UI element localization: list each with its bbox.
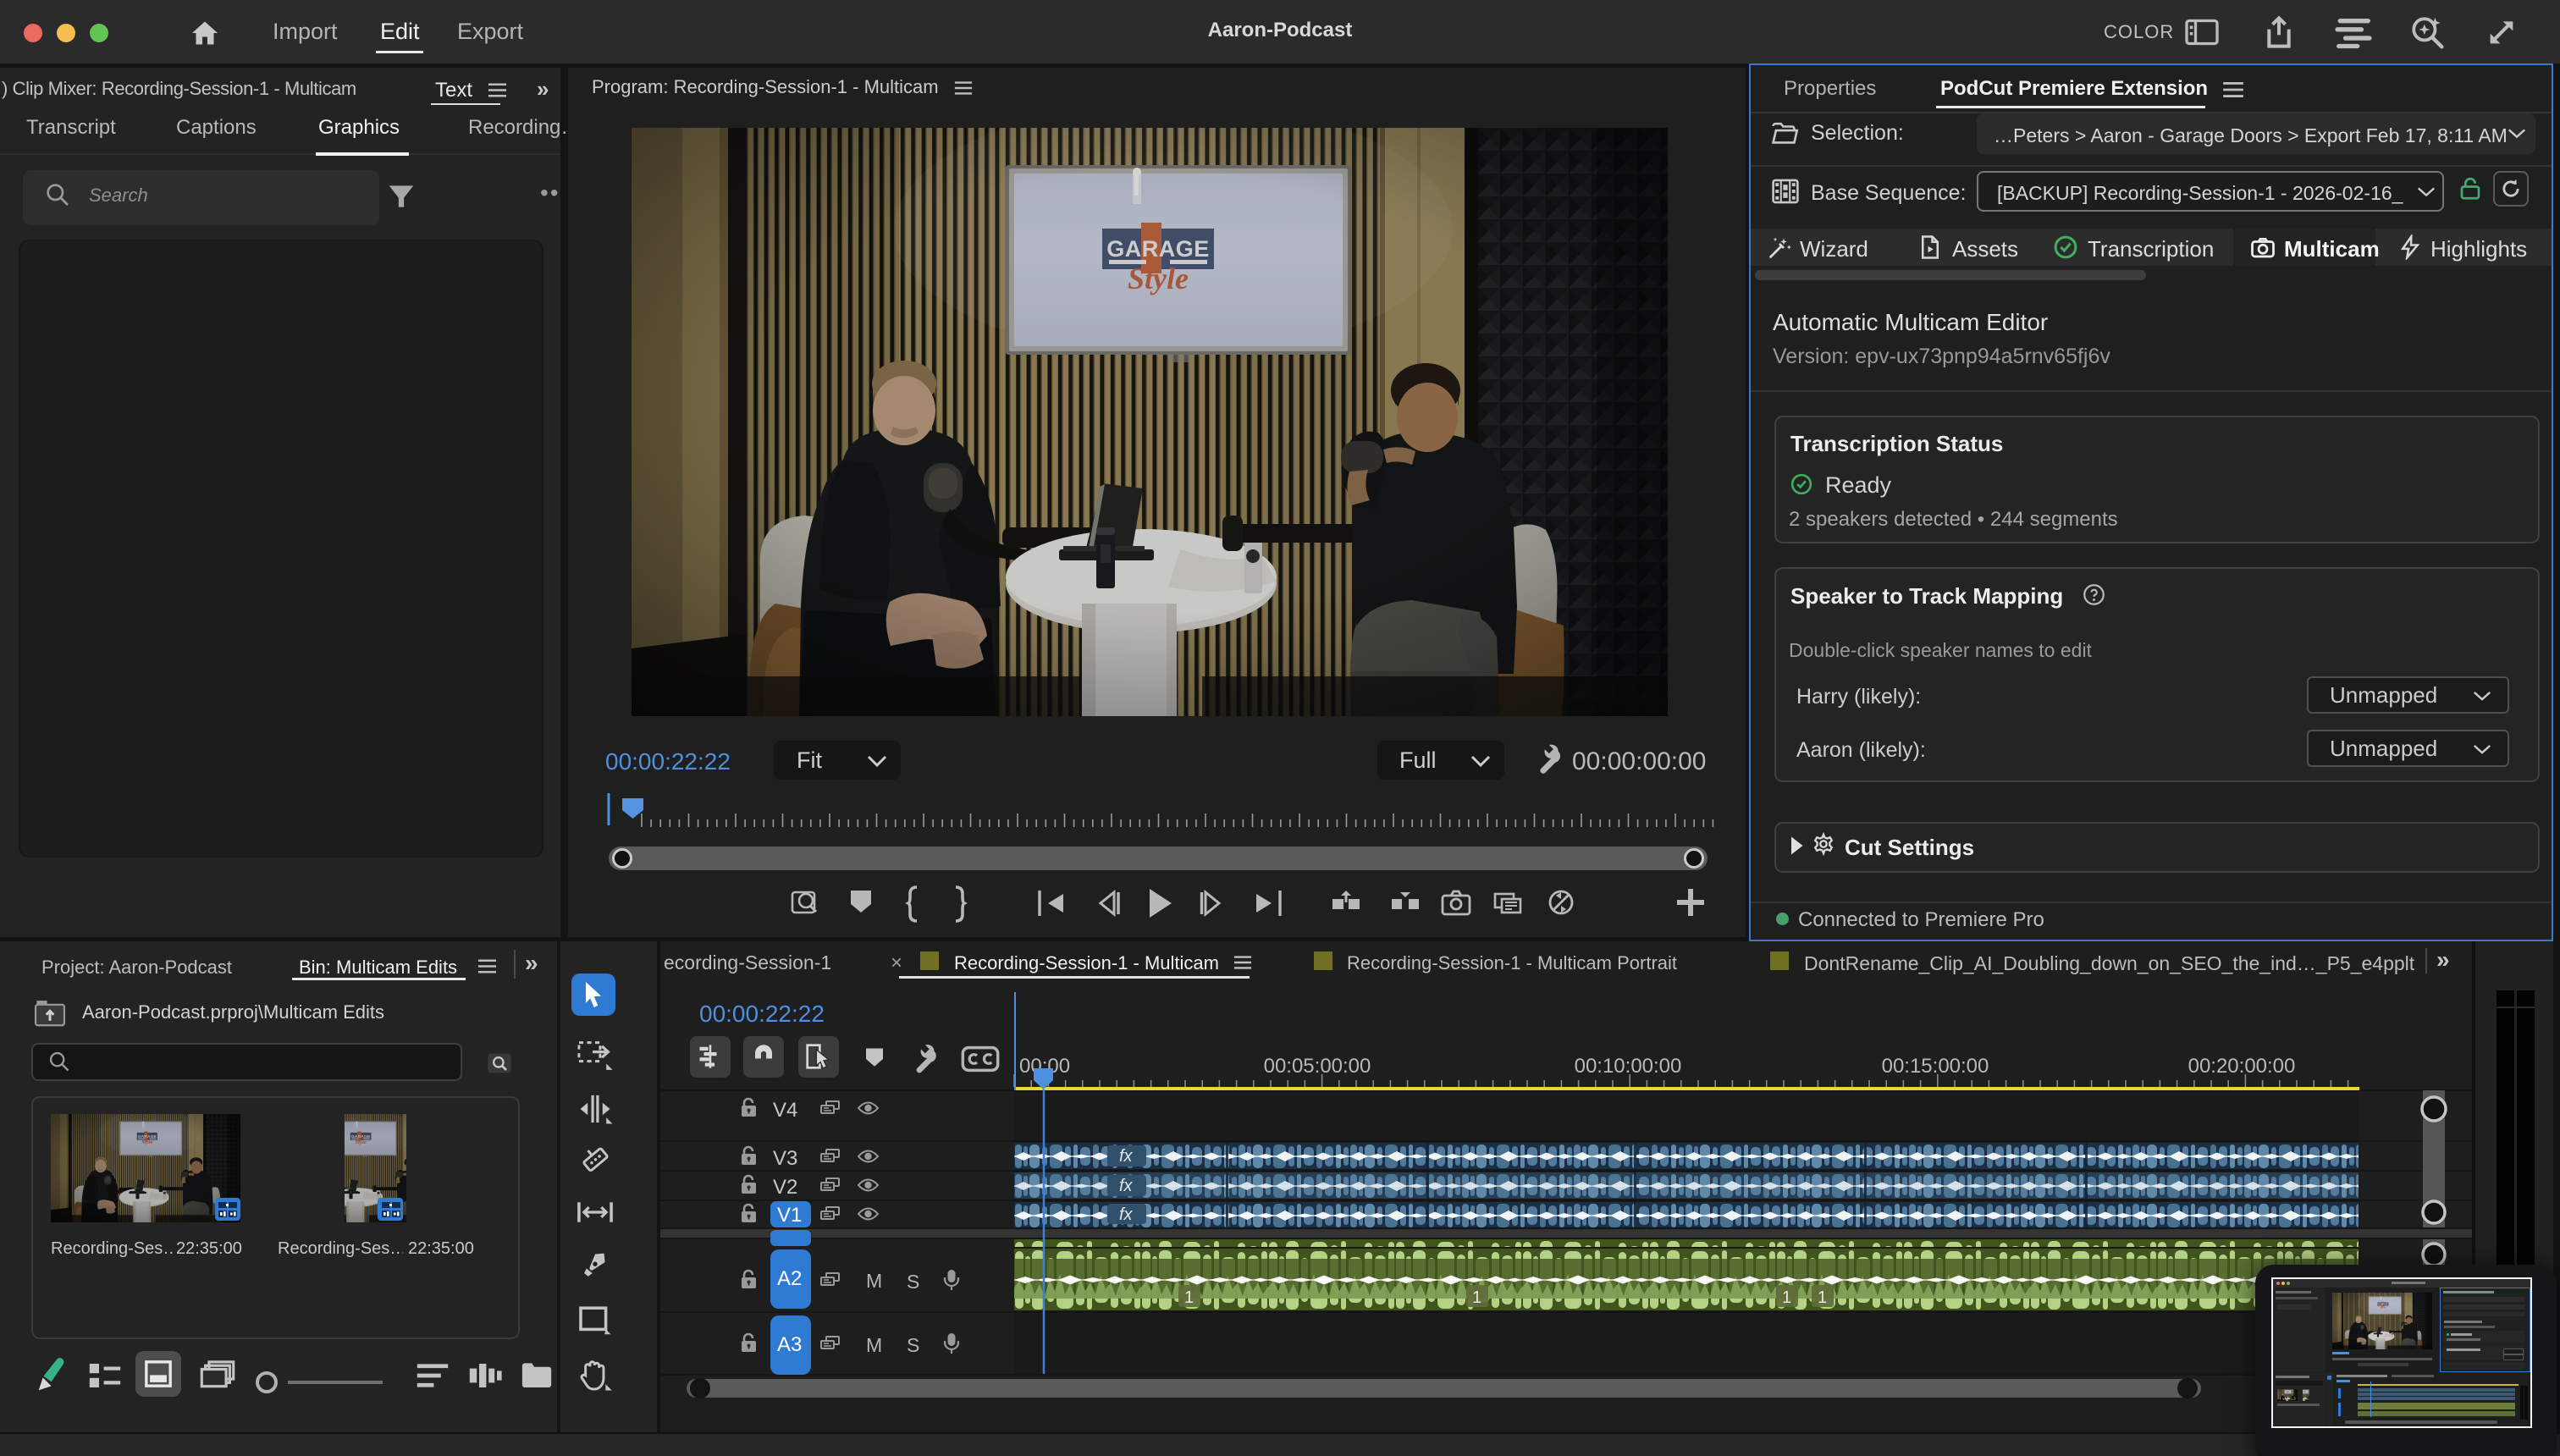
svg-text:00:15:00:00: 00:15:00:00: [1882, 1055, 1989, 1078]
svg-text:S: S: [907, 1334, 919, 1356]
svg-text:fx: fx: [1119, 1205, 1134, 1224]
svg-text:M: M: [866, 1270, 882, 1292]
svg-text:1: 1: [1782, 1288, 1791, 1307]
svg-text:M: M: [866, 1334, 882, 1356]
svg-text:fx: fx: [1119, 1147, 1134, 1166]
svg-text:00:20:00:00: 00:20:00:00: [2188, 1055, 2296, 1078]
svg-text:1: 1: [1818, 1288, 1827, 1307]
svg-text:1: 1: [1472, 1288, 1481, 1307]
svg-text:S: S: [907, 1271, 919, 1293]
svg-text:fx: fx: [1119, 1177, 1134, 1195]
svg-text:00:10:00:00: 00:10:00:00: [1575, 1055, 1682, 1078]
svg-text:1: 1: [1184, 1288, 1194, 1307]
svg-text:00:05:00:00: 00:05:00:00: [1264, 1055, 1371, 1078]
